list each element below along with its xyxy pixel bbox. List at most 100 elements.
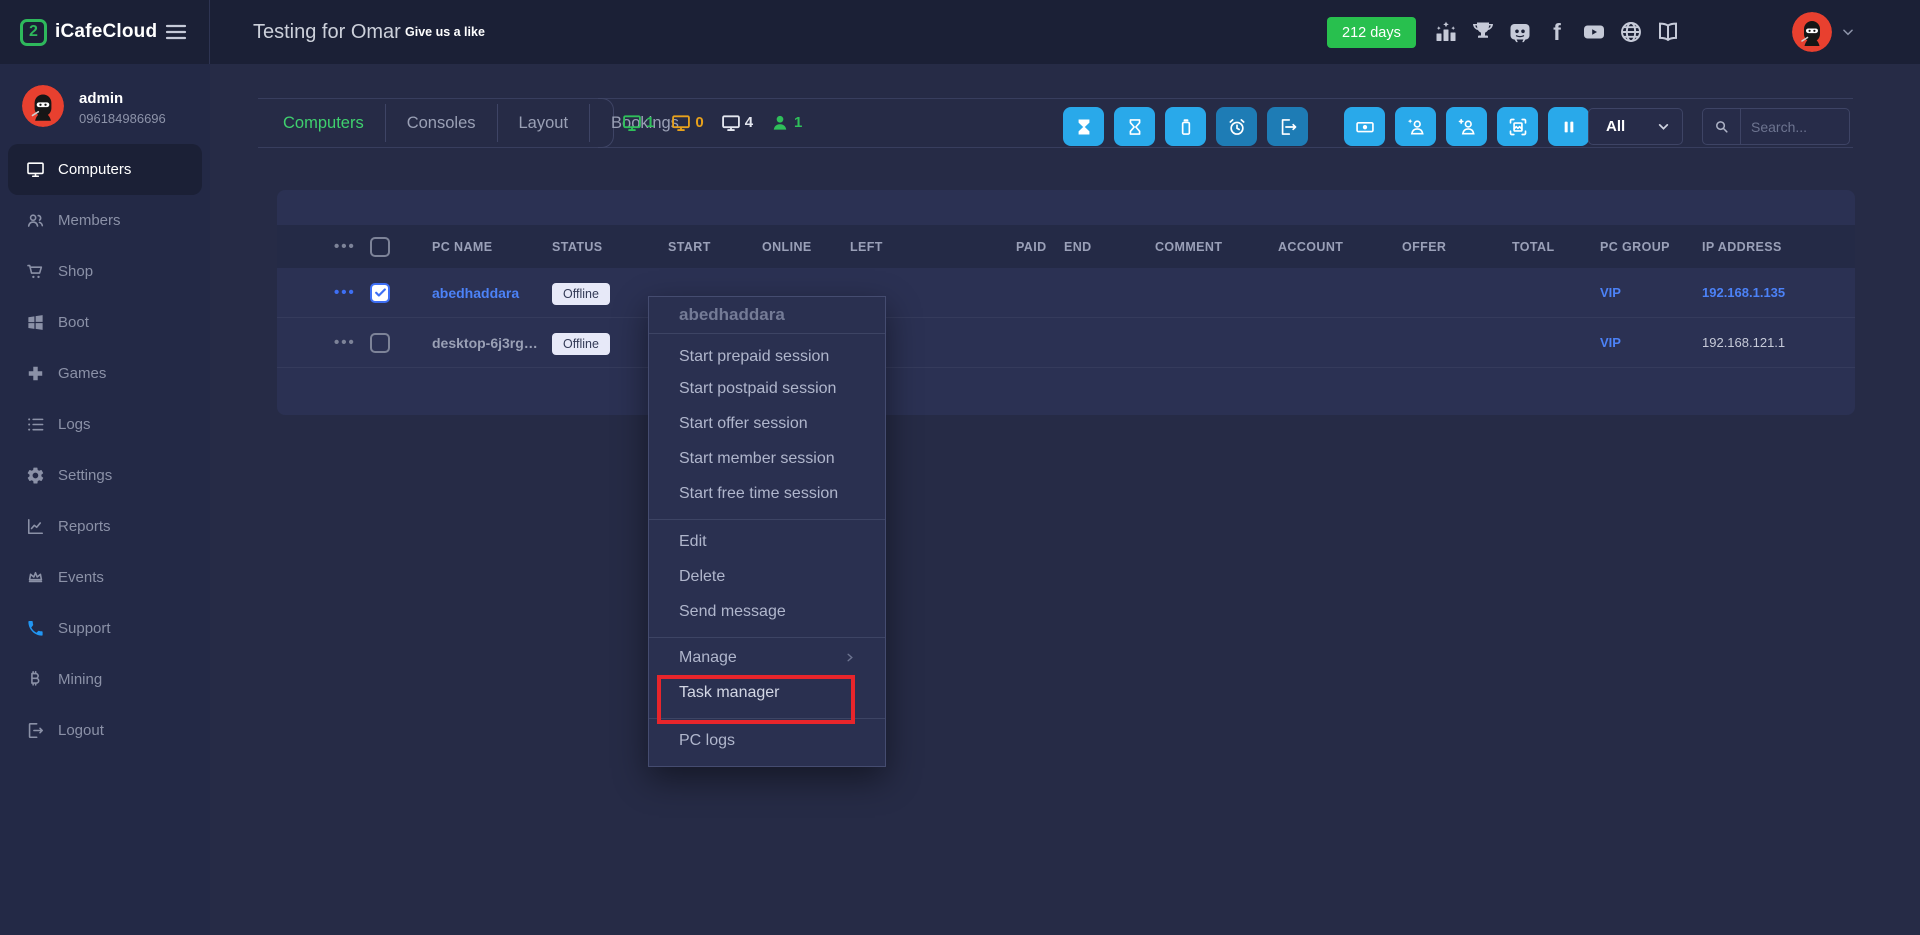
trophy-icon[interactable] <box>1471 20 1495 44</box>
globe-icon[interactable] <box>1619 20 1643 44</box>
group-filter-select[interactable]: All <box>1588 108 1683 145</box>
search-input[interactable] <box>1741 109 1849 144</box>
sidebar-item-members[interactable]: Members <box>0 195 210 246</box>
logo-text: iCafeCloud <box>55 21 157 43</box>
payment-button[interactable] <box>1344 107 1385 146</box>
sidebar-item-settings[interactable]: Settings <box>0 450 210 501</box>
sidebar-item-reports[interactable]: Reports <box>0 501 210 552</box>
logs-section: PC logs <box>649 719 885 766</box>
col-ip-address: IP ADDRESS <box>1702 240 1855 254</box>
menu-edit[interactable]: Edit <box>649 524 885 559</box>
users-icon <box>26 211 45 230</box>
row-checkbox[interactable] <box>370 333 390 353</box>
facebook-icon[interactable]: f <box>1545 20 1569 44</box>
col-start: START <box>668 240 762 254</box>
menu-task-manager[interactable]: Task manager <box>649 675 885 710</box>
give-us-a-like-button[interactable]: Give us a like <box>405 0 485 64</box>
pc-name-link[interactable]: abedhaddara <box>432 285 552 301</box>
sidebar-item-games[interactable]: Games <box>0 348 210 399</box>
windows-icon <box>26 313 45 332</box>
menu-start-prepaid-session[interactable]: Start prepaid session <box>649 336 885 371</box>
list-icon <box>26 415 45 434</box>
col-end: END <box>1064 240 1155 254</box>
select-all-checkbox[interactable] <box>370 237 390 257</box>
menu-manage[interactable]: Manage <box>649 640 885 675</box>
header-actions-dots[interactable]: ••• <box>334 238 370 255</box>
menu-start-offer-session[interactable]: Start offer session <box>649 406 885 441</box>
add-member-star-button[interactable] <box>1395 107 1436 146</box>
status-badge: Offline <box>552 283 610 305</box>
row-actions-dots[interactable]: ••• <box>334 284 370 301</box>
counter-pcs-total[interactable]: 4 <box>721 113 753 133</box>
row-checkbox[interactable] <box>370 283 390 303</box>
counter-pcs-busy[interactable]: 0 <box>671 113 703 133</box>
license-days-badge[interactable]: 212 days <box>1327 17 1416 48</box>
checkout-button[interactable] <box>1267 107 1308 146</box>
sidebar-item-logout[interactable]: Logout <box>0 705 210 756</box>
user-avatar <box>1792 12 1832 52</box>
add-guest-button[interactable] <box>1446 107 1487 146</box>
discord-icon[interactable] <box>1508 20 1532 44</box>
cafe-title: Testing for Omar <box>253 0 401 64</box>
cart-icon <box>26 262 45 281</box>
table-row: ••• abedhaddara Offline VIP 192.168.1.13… <box>277 268 1855 318</box>
docs-book-icon[interactable] <box>1656 20 1680 44</box>
sidebar-item-shop[interactable]: Shop <box>0 246 210 297</box>
computers-table-card: ••• PC NAME STATUS START ONLINE LEFT PAI… <box>277 190 1855 415</box>
bitcoin-icon <box>26 670 45 689</box>
ip-address-value: 192.168.121.1 <box>1702 335 1855 350</box>
tab-layout[interactable]: Layout <box>498 114 590 133</box>
col-total: TOTAL <box>1512 240 1600 254</box>
gamepad-icon <box>26 364 45 383</box>
status-counters: 1 0 4 1 <box>622 98 802 147</box>
tab-consoles[interactable]: Consoles <box>386 114 497 133</box>
pause-button[interactable] <box>1548 107 1589 146</box>
user-menu[interactable] <box>1792 12 1855 52</box>
chevron-down-icon <box>1657 120 1670 133</box>
sidebar-item-computers[interactable]: Computers <box>8 144 202 195</box>
tab-computers[interactable]: Computers <box>262 114 385 133</box>
row-actions-dots[interactable]: ••• <box>334 334 370 351</box>
alarm-button[interactable] <box>1216 107 1257 146</box>
counter-members-online[interactable]: 1 <box>770 113 802 133</box>
alarm-clock-icon <box>1227 117 1247 137</box>
youtube-icon[interactable] <box>1582 20 1606 44</box>
pc-group-value: VIP <box>1600 285 1702 300</box>
menu-start-postpaid-session[interactable]: Start postpaid session <box>649 371 885 406</box>
sidebar-item-boot[interactable]: Boot <box>0 297 210 348</box>
sidebar-item-logs[interactable]: Logs <box>0 399 210 450</box>
menu-start-member-session[interactable]: Start member session <box>649 441 885 476</box>
col-account: ACCOUNT <box>1278 240 1402 254</box>
menu-delete[interactable]: Delete <box>649 559 885 594</box>
search-box <box>1702 108 1850 145</box>
ranking-icon[interactable] <box>1434 20 1458 44</box>
pc-group-value: VIP <box>1600 335 1702 350</box>
status-badge: Offline <box>552 333 610 355</box>
menu-pc-logs[interactable]: PC logs <box>649 723 885 758</box>
col-comment: COMMENT <box>1155 240 1278 254</box>
exit-arrow-icon <box>1278 117 1298 137</box>
screenshot-button[interactable] <box>1497 107 1538 146</box>
battery-button[interactable] <box>1165 107 1206 146</box>
sidebar-item-events[interactable]: Events <box>0 552 210 603</box>
sidebar-item-support[interactable]: Support <box>0 603 210 654</box>
person-star-icon <box>1406 117 1426 137</box>
topbar-icon-row: f <box>1434 20 1680 44</box>
menu-send-message[interactable]: Send message <box>649 594 885 629</box>
hamburger-menu-icon[interactable] <box>164 20 188 44</box>
start-postpaid-button[interactable] <box>1114 107 1155 146</box>
person-icon <box>770 113 790 133</box>
chevron-right-icon <box>844 652 855 663</box>
search-icon <box>1703 109 1741 144</box>
profile-name: admin <box>79 90 123 107</box>
session-section: Start prepaid session Start postpaid ses… <box>649 334 885 520</box>
pc-name-link[interactable]: desktop-6j3rg… <box>432 335 552 351</box>
counter-pcs-on[interactable]: 1 <box>622 113 654 133</box>
ip-address-value: 192.168.1.135 <box>1702 285 1855 300</box>
sidebar-item-mining[interactable]: Mining <box>0 654 210 705</box>
col-pc-name: PC NAME <box>432 240 552 254</box>
profile-avatar[interactable] <box>22 85 64 127</box>
col-left: LEFT <box>850 240 1016 254</box>
menu-start-free-time-session[interactable]: Start free time session <box>649 476 885 511</box>
start-prepaid-button[interactable] <box>1063 107 1104 146</box>
